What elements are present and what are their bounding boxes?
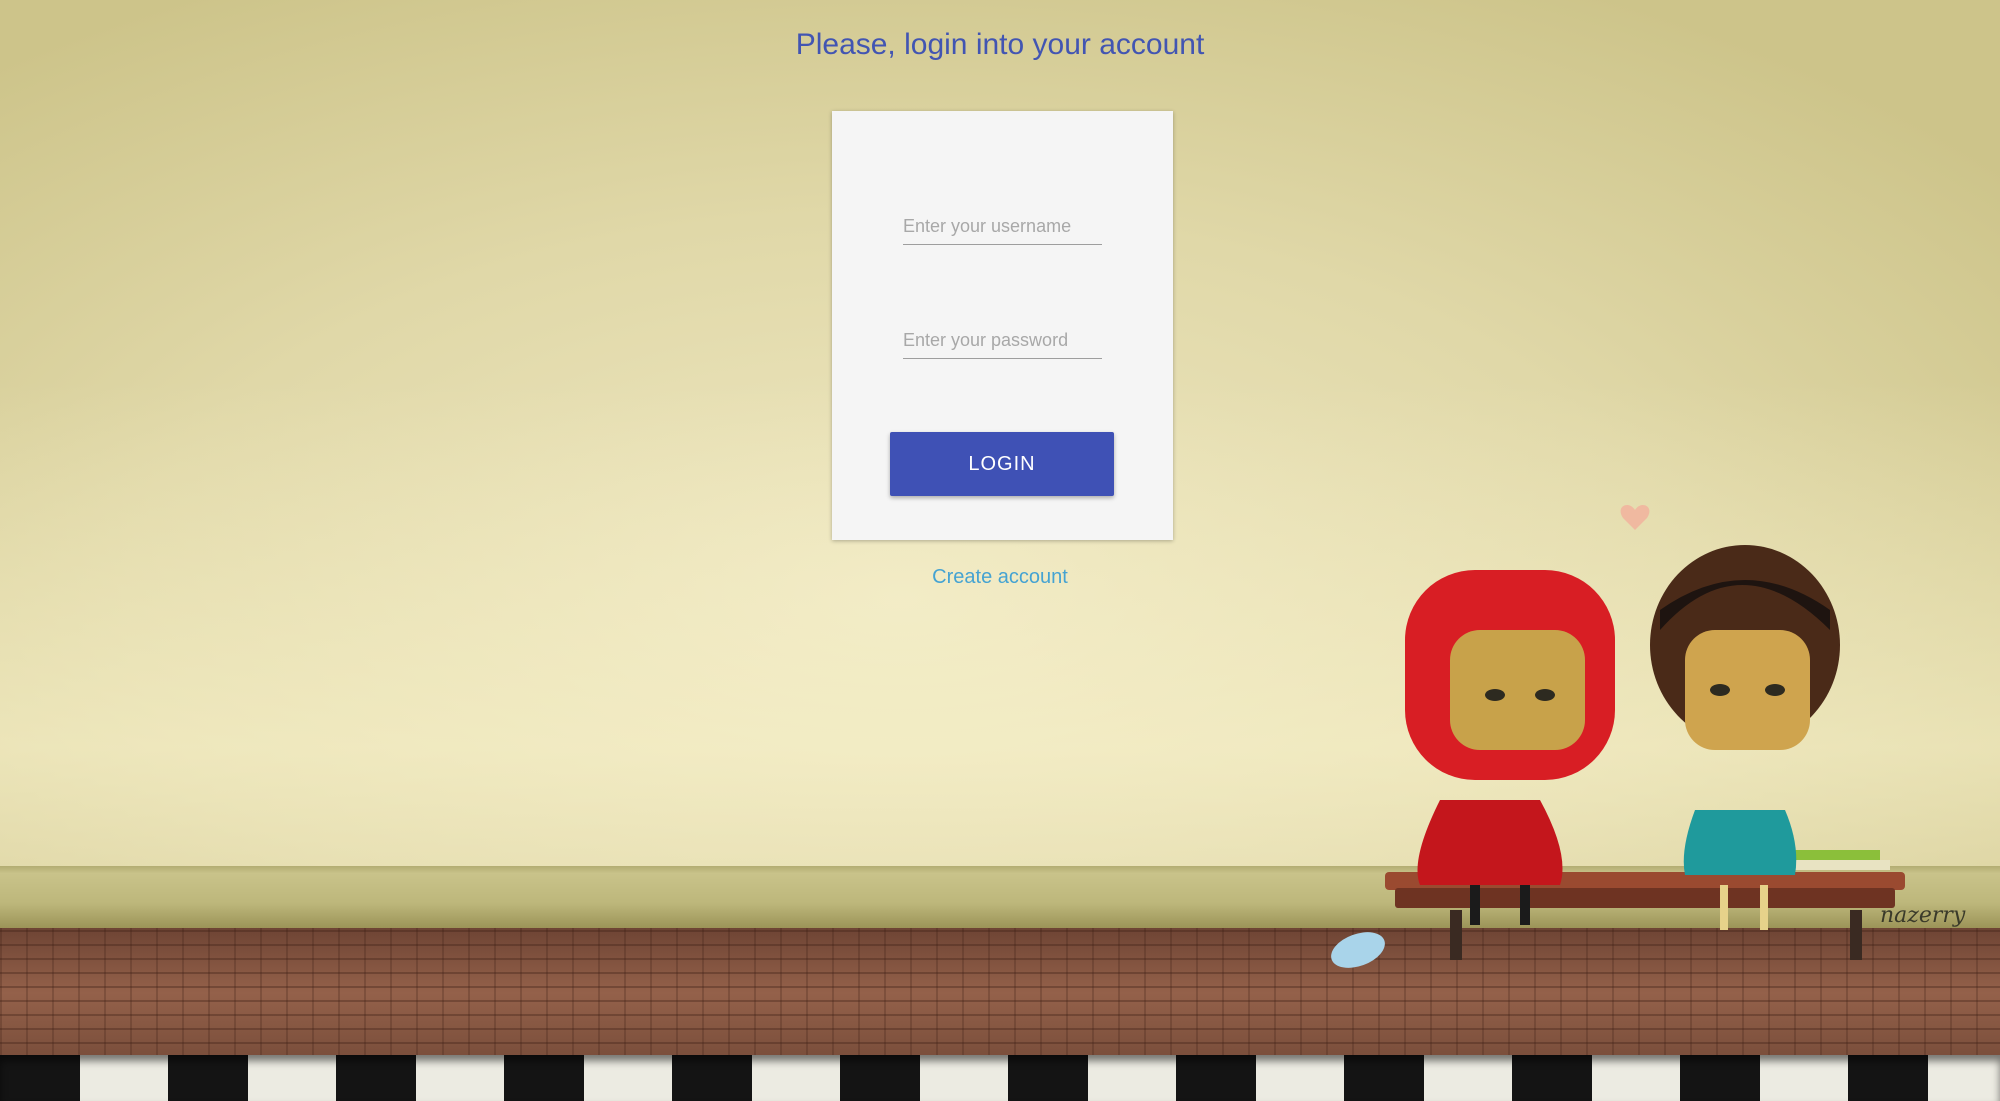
create-account-link[interactable]: Create account <box>0 566 2000 589</box>
boy-face <box>1450 630 1585 750</box>
page-title: Please, login into your account <box>795 28 1205 61</box>
login-card: LOGIN <box>832 111 1173 540</box>
girl-face <box>1685 630 1810 750</box>
password-input[interactable] <box>903 322 1102 359</box>
username-input[interactable] <box>903 208 1102 245</box>
books <box>1795 850 1880 860</box>
login-button[interactable]: LOGIN <box>890 432 1114 496</box>
skateboard <box>1331 932 1385 968</box>
artist-signature: nazerry <box>1880 903 1966 928</box>
striped-curb <box>0 1055 2000 1101</box>
heart-icon <box>1620 504 1650 530</box>
